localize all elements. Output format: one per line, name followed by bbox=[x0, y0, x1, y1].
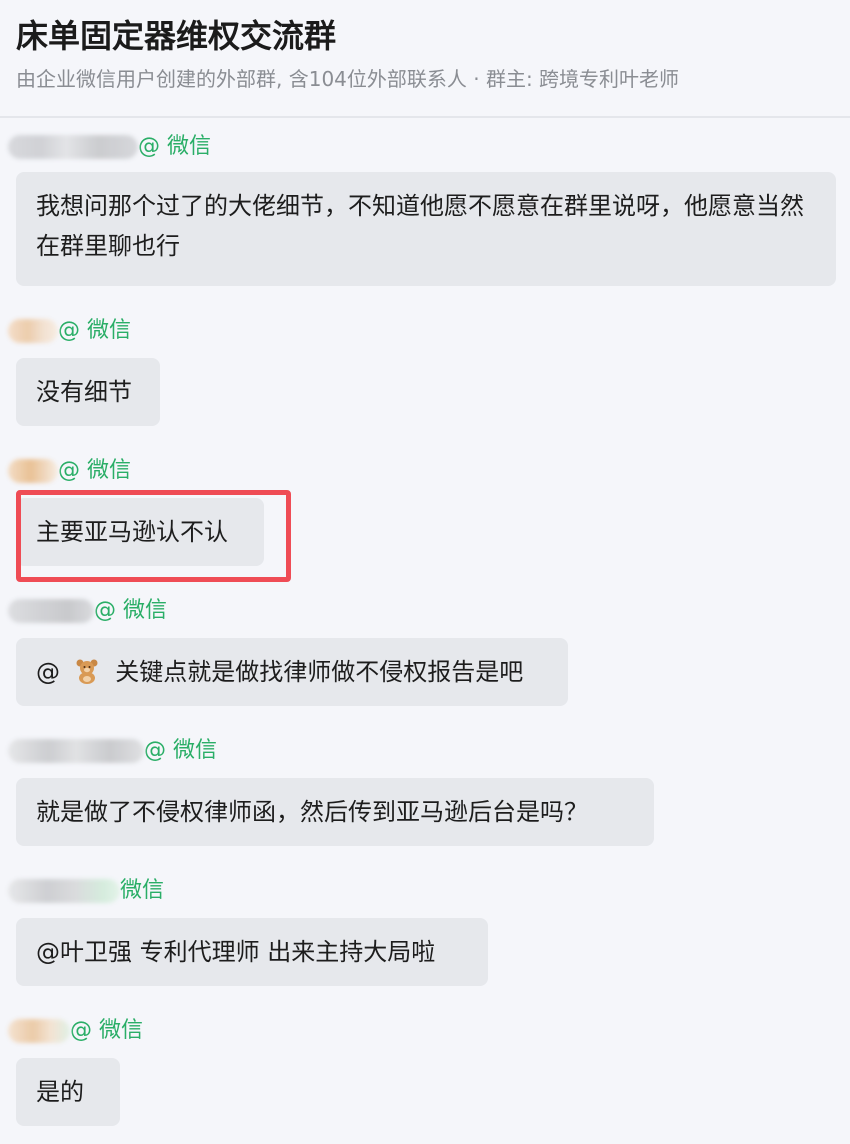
wechat-source-tag: @ 微信 bbox=[94, 598, 167, 623]
sender-row: @ 微信 bbox=[8, 734, 217, 768]
blurred-sender-name bbox=[8, 135, 138, 159]
message-text: 是的 bbox=[36, 1078, 84, 1106]
message-text: 就是做了不侵权律师函，然后传到亚马逊后台是吗？ bbox=[36, 798, 588, 826]
sender-row: 微信 bbox=[8, 874, 164, 908]
wechat-source-tag: @ 微信 bbox=[58, 318, 131, 343]
wechat-source-tag: @ 微信 bbox=[70, 1018, 143, 1043]
sender-row: @ 微信 bbox=[8, 314, 131, 348]
sender-row: @ 微信 bbox=[8, 130, 211, 164]
message-text: 我想问那个过了的大佬细节，不知道他愿不愿意在群里说呀，他愿意当然在群里聊也行 bbox=[36, 192, 804, 260]
message-bubble[interactable]: 就是做了不侵权律师函，然后传到亚马逊后台是吗？ bbox=[16, 778, 654, 846]
sender-row: @ 微信 bbox=[8, 454, 131, 488]
chat-page: 床单固定器维权交流群 由企业微信用户创建的外部群, 含104位外部联系人 · 群… bbox=[0, 0, 850, 1144]
message-bubble[interactable]: 我想问那个过了的大佬细节，不知道他愿不愿意在群里说呀，他愿意当然在群里聊也行 bbox=[16, 172, 836, 286]
blurred-sender-name bbox=[8, 879, 120, 903]
blurred-sender-avatar bbox=[8, 459, 58, 483]
message-text: 关键点就是做找律师做不侵权报告是吧 bbox=[115, 658, 524, 686]
message-bubble[interactable]: @ 关键点就是做找律师做不侵权报告是吧 bbox=[16, 638, 568, 706]
wechat-source-tag: @ 微信 bbox=[138, 134, 211, 159]
group-title: 床单固定器维权交流群 bbox=[16, 17, 337, 55]
wechat-source-tag: @ 微信 bbox=[58, 458, 131, 483]
message-bubble[interactable]: 没有细节 bbox=[16, 358, 160, 426]
message-bubble[interactable]: 是的 bbox=[16, 1058, 120, 1126]
teddy-bear-icon bbox=[74, 656, 100, 684]
group-header: 床单固定器维权交流群 由企业微信用户创建的外部群, 含104位外部联系人 · 群… bbox=[0, 0, 850, 118]
blurred-sender-name bbox=[8, 599, 94, 623]
blurred-sender-avatar bbox=[8, 319, 58, 343]
message-text: 没有细节 bbox=[36, 378, 132, 406]
sender-row: @ 微信 bbox=[8, 594, 167, 628]
blurred-sender-avatar bbox=[8, 1019, 70, 1043]
wechat-source-tag: 微信 bbox=[120, 878, 165, 903]
mention-prefix: @ bbox=[36, 658, 60, 686]
wechat-source-tag: @ 微信 bbox=[144, 738, 217, 763]
blurred-sender-name bbox=[8, 739, 144, 763]
group-subtitle: 由企业微信用户创建的外部群, 含104位外部联系人 · 群主: 跨境专利叶老师 bbox=[16, 67, 680, 91]
message-text: @叶卫强 专利代理师 出来主持大局啦 bbox=[36, 938, 436, 966]
highlight-box bbox=[16, 490, 291, 582]
message-bubble[interactable]: @叶卫强 专利代理师 出来主持大局啦 bbox=[16, 918, 488, 986]
sender-row: @ 微信 bbox=[8, 1014, 143, 1048]
